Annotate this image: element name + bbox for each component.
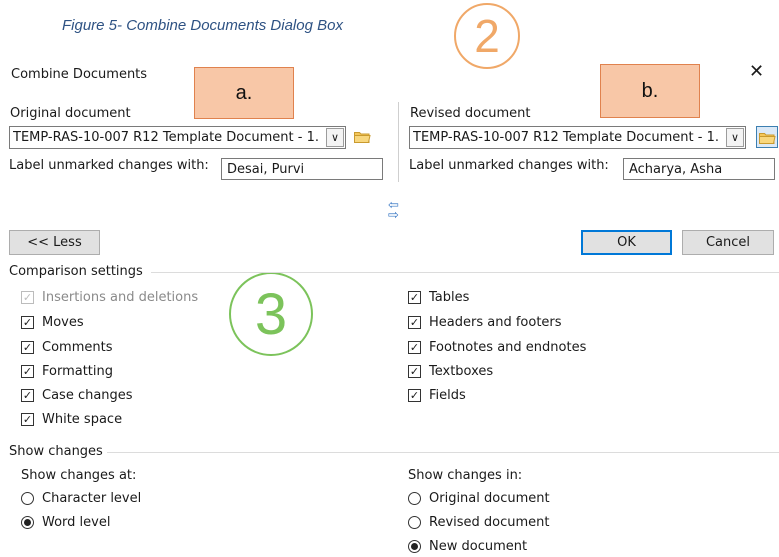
- checkmark-icon: ✓: [408, 316, 421, 329]
- revised-unmarked-label: Label unmarked changes with:: [409, 158, 609, 173]
- radio-empty-icon: [21, 492, 34, 505]
- checkbox-insertions-deletions[interactable]: ✓: [21, 291, 34, 304]
- checkmark-icon: ✓: [408, 365, 421, 378]
- figure-caption: Figure 5- Combine Documents Dialog Box: [62, 17, 343, 34]
- radio-label: Word level: [42, 515, 111, 530]
- cancel-button[interactable]: Cancel: [682, 230, 774, 255]
- checkmark-icon: ✓: [408, 389, 421, 402]
- chevron-down-icon[interactable]: ∨: [726, 128, 744, 147]
- checkbox-label: Tables: [429, 290, 470, 305]
- checkmark-icon: ✓: [21, 316, 34, 329]
- folder-icon: [759, 133, 776, 144]
- revised-unmarked-value: Acharya, Asha: [629, 162, 723, 177]
- dialog-title: Combine Documents: [11, 67, 148, 82]
- checkbox-label: White space: [42, 412, 123, 427]
- original-folder-button[interactable]: [354, 130, 371, 147]
- original-unmarked-value: Desai, Purvi: [227, 162, 305, 177]
- checkbox-label: Headers and footers: [429, 315, 562, 330]
- radio-original-document[interactable]: [408, 492, 421, 505]
- checkbox-label: Insertions and deletions: [42, 290, 199, 305]
- checkbox-label: Case changes: [42, 388, 133, 403]
- radio-label: Original document: [429, 491, 550, 506]
- radio-new-document[interactable]: [408, 540, 421, 553]
- show-changes-in-label: Show changes in:: [408, 468, 523, 483]
- checkbox-white-space[interactable]: ✓: [21, 413, 34, 426]
- revised-folder-button[interactable]: [756, 126, 778, 148]
- radio-empty-icon: [408, 492, 421, 505]
- comparison-settings-rule: [151, 272, 779, 273]
- radio-selected-icon: [408, 540, 421, 553]
- original-document-label: Original document: [10, 106, 131, 121]
- checkbox-label: Textboxes: [429, 364, 494, 379]
- revised-document-combo[interactable]: TEMP-RAS-10-007 R12 Template Document - …: [409, 126, 746, 149]
- checkbox-moves[interactable]: ✓: [21, 316, 34, 329]
- comparison-settings-heading: Comparison settings: [9, 264, 143, 279]
- close-button[interactable]: ✕: [749, 61, 764, 82]
- radio-label: Character level: [42, 491, 142, 506]
- annotation-circle-2: 2: [454, 3, 520, 69]
- checkbox-label: Fields: [429, 388, 466, 403]
- checkbox-label: Comments: [42, 340, 113, 355]
- checkbox-footnotes-endnotes[interactable]: ✓: [408, 341, 421, 354]
- chevron-down-icon[interactable]: ∨: [326, 128, 344, 147]
- checkmark-icon: ✓: [21, 413, 34, 426]
- checkbox-fields[interactable]: ✓: [408, 389, 421, 402]
- show-changes-rule: [107, 452, 779, 453]
- checkmark-icon: ✓: [21, 291, 34, 304]
- annotation-circle-3: 3: [229, 272, 313, 356]
- radio-revised-document[interactable]: [408, 516, 421, 529]
- radio-selected-icon: [21, 516, 34, 529]
- checkbox-textboxes[interactable]: ✓: [408, 365, 421, 378]
- checkbox-label: Moves: [42, 315, 84, 330]
- checkbox-label: Footnotes and endnotes: [429, 340, 587, 355]
- annotation-box-a: a.: [194, 67, 294, 119]
- checkmark-icon: ✓: [21, 389, 34, 402]
- original-unmarked-input[interactable]: Desai, Purvi: [221, 158, 383, 180]
- checkmark-icon: ✓: [21, 365, 34, 378]
- swap-arrows-icon[interactable]: ⇦ ⇨: [388, 199, 399, 222]
- checkbox-label: Formatting: [42, 364, 114, 379]
- original-document-combo[interactable]: TEMP-RAS-10-007 R12 Template Document - …: [9, 126, 346, 149]
- show-changes-heading: Show changes: [9, 444, 103, 459]
- radio-label: New document: [429, 539, 528, 554]
- checkbox-headers-footers[interactable]: ✓: [408, 316, 421, 329]
- group-divider: [398, 102, 399, 182]
- radio-empty-icon: [408, 516, 421, 529]
- checkmark-icon: ✓: [408, 341, 421, 354]
- radio-label: Revised document: [429, 515, 550, 530]
- annotation-box-b: b.: [600, 64, 700, 118]
- radio-word-level[interactable]: [21, 516, 34, 529]
- radio-character-level[interactable]: [21, 492, 34, 505]
- revised-document-label: Revised document: [410, 106, 531, 121]
- checkmark-icon: ✓: [408, 291, 421, 304]
- ok-button[interactable]: OK: [581, 230, 672, 255]
- original-document-value: TEMP-RAS-10-007 R12 Template Document - …: [13, 130, 320, 145]
- checkbox-formatting[interactable]: ✓: [21, 365, 34, 378]
- original-unmarked-label: Label unmarked changes with:: [9, 158, 209, 173]
- less-button[interactable]: << Less: [9, 230, 100, 255]
- revised-unmarked-input[interactable]: Acharya, Asha: [623, 158, 775, 180]
- folder-icon: [354, 132, 371, 143]
- checkmark-icon: ✓: [21, 341, 34, 354]
- checkbox-tables[interactable]: ✓: [408, 291, 421, 304]
- show-changes-at-label: Show changes at:: [21, 468, 137, 483]
- revised-document-value: TEMP-RAS-10-007 R12 Template Document - …: [413, 130, 720, 145]
- checkbox-comments[interactable]: ✓: [21, 341, 34, 354]
- checkbox-case-changes[interactable]: ✓: [21, 389, 34, 402]
